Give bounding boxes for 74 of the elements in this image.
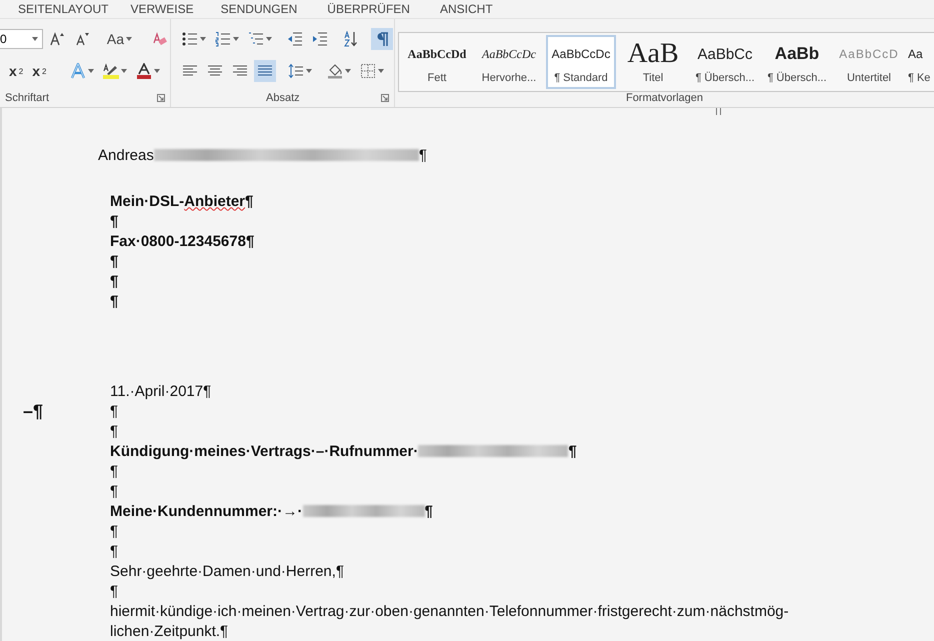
document-text: ¶ <box>418 146 427 164</box>
document-text: ¶ <box>568 442 577 460</box>
document-text: ¶ <box>110 252 118 270</box>
document-text: hiermit·kündige·ich·meinen·Vertrag·zur·oben·genannten·Telefonnummer·fristgerecht·zum·nächstmög- <box>110 602 789 620</box>
document-text: Andreas <box>98 146 154 164</box>
document-text: ¶ <box>110 422 118 440</box>
style-option[interactable]: Aa ¶ Ke <box>906 35 933 89</box>
style-option[interactable]: AaB Titel <box>618 35 688 89</box>
group-label: Formatvorlagen <box>626 92 704 104</box>
group-label: Schriftart <box>5 92 50 104</box>
document-text: ¶ <box>110 272 118 290</box>
document-text: Sehr·geehrte·Damen·und·Herren,¶ <box>110 562 344 580</box>
change-case-button[interactable]: Aa <box>104 28 135 50</box>
font-shrink-icon <box>74 31 90 47</box>
document-text: ¶ <box>110 212 118 230</box>
caret-icon <box>126 37 132 41</box>
caret-icon <box>233 37 239 41</box>
document-text: ¶ <box>110 462 118 480</box>
ribbon-tab[interactable]: VERWEISE <box>130 2 194 16</box>
style-option[interactable]: AaBb ¶ Übersch... <box>762 35 832 89</box>
font-size-field[interactable]: 0 <box>0 29 43 49</box>
ribbon-tab[interactable]: ÜBERPRÜFEN <box>327 2 410 16</box>
font-grow-icon <box>48 31 65 47</box>
caret-icon <box>32 37 38 41</box>
multilevel-list-icon <box>248 31 264 47</box>
script-button[interactable]: x$^{2}$ <box>29 60 50 82</box>
style-option[interactable]: AaBbCc ¶ Übersch... <box>690 35 760 89</box>
style-option[interactable]: AaBbCcDd Fett <box>402 35 472 89</box>
ribbon-resize-handle-icon[interactable] <box>716 108 721 115</box>
document-text: Meine·Kundennummer:·→· <box>110 502 302 520</box>
sort-icon <box>343 31 359 47</box>
document-text: ¶ <box>110 542 118 560</box>
increase-indent-icon <box>312 31 328 47</box>
document-text: ¶ <box>110 482 118 500</box>
document-text: Mein·DSL- <box>110 192 184 210</box>
misspelled-word: Anbieter <box>184 192 246 210</box>
caret-icon <box>345 69 351 73</box>
dialog-launcher-icon[interactable] <box>381 94 389 102</box>
eraser-icon <box>151 31 167 47</box>
text-effects-icon <box>70 63 86 79</box>
document-text: ¶ <box>424 502 433 520</box>
caret-icon <box>306 69 312 73</box>
margin-mark: –¶ <box>23 400 44 422</box>
caret-icon <box>200 37 206 41</box>
document-text: 11.·April·2017¶ <box>110 382 212 400</box>
document-text: ¶ <box>110 582 118 600</box>
numbered-list-icon <box>215 31 231 47</box>
caret-icon <box>120 69 126 73</box>
borders-icon <box>360 63 376 79</box>
line-spacing-icon <box>288 63 304 79</box>
document-text: ¶ <box>245 192 254 210</box>
font-color-icon <box>136 63 152 79</box>
ribbon-tab[interactable]: SEITENLAYOUT <box>18 2 108 16</box>
document-text: ¶ <box>110 402 118 420</box>
caret-icon <box>154 69 160 73</box>
decrease-indent-icon <box>287 31 303 47</box>
bullet-list-icon <box>182 31 198 47</box>
document-text: Fax·0800-12345678¶ <box>110 232 254 250</box>
style-option[interactable]: AaBbCcDc ¶ Standard <box>546 35 616 89</box>
caret-icon <box>266 37 272 41</box>
ribbon-tab[interactable]: SENDUNGEN <box>220 2 298 16</box>
document-text: Kündigung·meines·Vertrags·–·Rufnummer· <box>110 442 418 460</box>
document-text: lichen·Zeitpunkt.¶ <box>110 622 228 640</box>
dialog-launcher-icon[interactable] <box>157 94 165 102</box>
highlighter-icon <box>102 63 118 79</box>
caret-icon <box>378 69 384 73</box>
caret-icon <box>88 69 94 73</box>
document-text: ¶ <box>110 522 118 540</box>
group-label: Absatz <box>266 92 300 104</box>
document-text: ¶ <box>110 292 118 310</box>
style-option[interactable]: AaBbCcDc Hervorhe... <box>474 35 544 89</box>
style-option[interactable]: AaBbCcD Untertitel <box>834 35 904 89</box>
paint-bucket-icon <box>327 63 343 79</box>
ribbon-tab[interactable]: ANSICHT <box>440 2 493 16</box>
